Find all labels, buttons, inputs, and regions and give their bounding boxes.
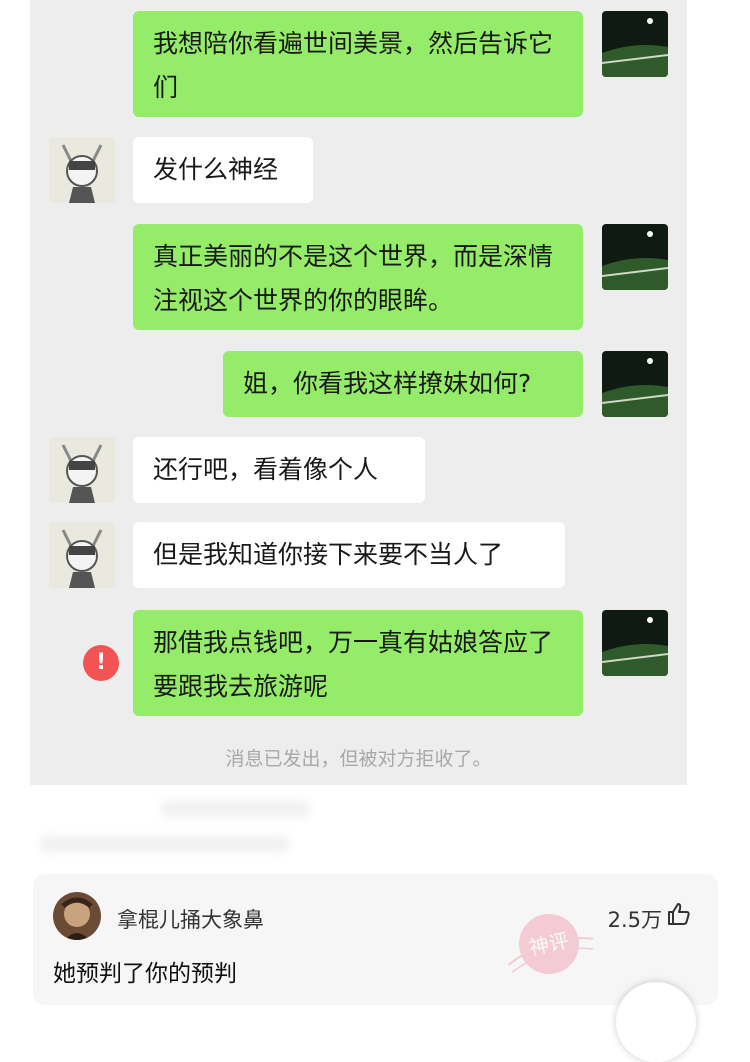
my-avatar-icon[interactable] [602,351,668,417]
system-notice: 消息已发出，但被对方拒收了。 [225,748,492,770]
contact-avatar-icon[interactable] [49,437,115,503]
floating-action-button[interactable] [616,982,696,1062]
thumbs-up-icon[interactable] [666,901,692,931]
commenter-username[interactable]: 拿棍儿捅大象鼻 [117,904,264,934]
my-avatar-icon[interactable] [602,610,668,676]
message-bubble-sent[interactable]: 真正美丽的不是这个世界，而是深情注视这个世界的你的眼眸。 [133,224,583,330]
my-avatar-icon[interactable] [602,224,668,290]
my-avatar-icon[interactable] [602,11,668,77]
message-bubble-received[interactable]: 还行吧，看着像个人 [133,437,425,503]
shenping-stamp-icon: 神评 [494,895,605,993]
top-comment-card[interactable]: 拿棍儿捅大象鼻 神评 2.5万 她预判了你的预判 [33,874,718,1005]
message-bubble-sent[interactable]: 我想陪你看遍世间美景，然后告诉它们 [133,11,583,117]
blurred-remnant [160,800,310,818]
blurred-remnant [40,835,290,853]
commenter-avatar-icon[interactable] [53,892,101,940]
message-bubble-received[interactable]: 发什么神经 [133,137,313,203]
message-bubble-received[interactable]: 但是我知道你接下来要不当人了 [133,522,565,588]
message-bubble-sent[interactable]: 那借我点钱吧，万一真有姑娘答应了要跟我去旅游呢 [133,610,583,716]
contact-avatar-icon[interactable] [49,137,115,203]
message-bubble-sent[interactable]: 姐，你看我这样撩妹如何? [223,351,583,417]
comment-text: 她预判了你的预判 [53,961,237,987]
contact-avatar-icon[interactable] [49,522,115,588]
send-failed-icon[interactable]: ! [83,645,119,681]
like-count: 2.5万 [607,908,662,932]
